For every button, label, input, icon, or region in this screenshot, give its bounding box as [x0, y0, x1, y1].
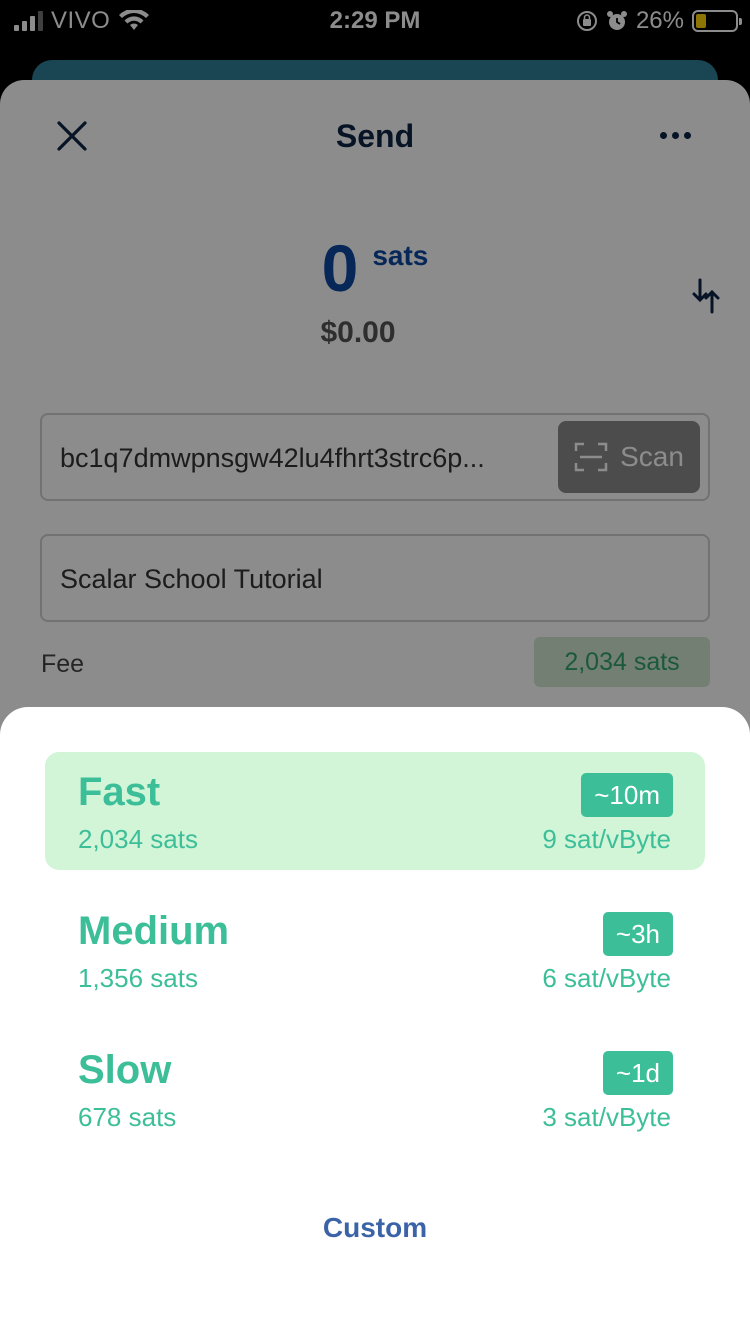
fee-option-sats: 1,356 sats	[78, 963, 198, 993]
fee-option-name: Slow	[78, 1048, 172, 1092]
fee-option-sats: 2,034 sats	[78, 824, 198, 854]
fee-option-fast[interactable]: Fast 2,034 sats ~10m 9 sat/vByte	[45, 752, 705, 870]
fee-option-rate: 9 sat/vByte	[542, 824, 671, 854]
fee-option-medium[interactable]: Medium 1,356 sats ~3h 6 sat/vByte	[45, 891, 705, 1009]
fee-option-rate: 6 sat/vByte	[542, 963, 671, 993]
fee-option-rate: 3 sat/vByte	[542, 1102, 671, 1132]
fee-option-name: Medium	[78, 909, 230, 953]
fee-option-time-badge: ~3h	[602, 912, 673, 956]
fee-bottom-sheet: Fast 2,034 sats ~10m 9 sat/vByte Medium …	[0, 707, 750, 1334]
fee-option-slow[interactable]: Slow 678 sats ~1d 3 sat/vByte	[45, 1030, 705, 1148]
fee-option-sats: 678 sats	[78, 1102, 177, 1132]
fee-option-time-badge: ~10m	[581, 773, 673, 817]
custom-fee-button[interactable]: Custom	[0, 1212, 750, 1244]
fee-option-time-badge: ~1d	[602, 1051, 673, 1095]
fee-option-name: Fast	[78, 770, 161, 814]
